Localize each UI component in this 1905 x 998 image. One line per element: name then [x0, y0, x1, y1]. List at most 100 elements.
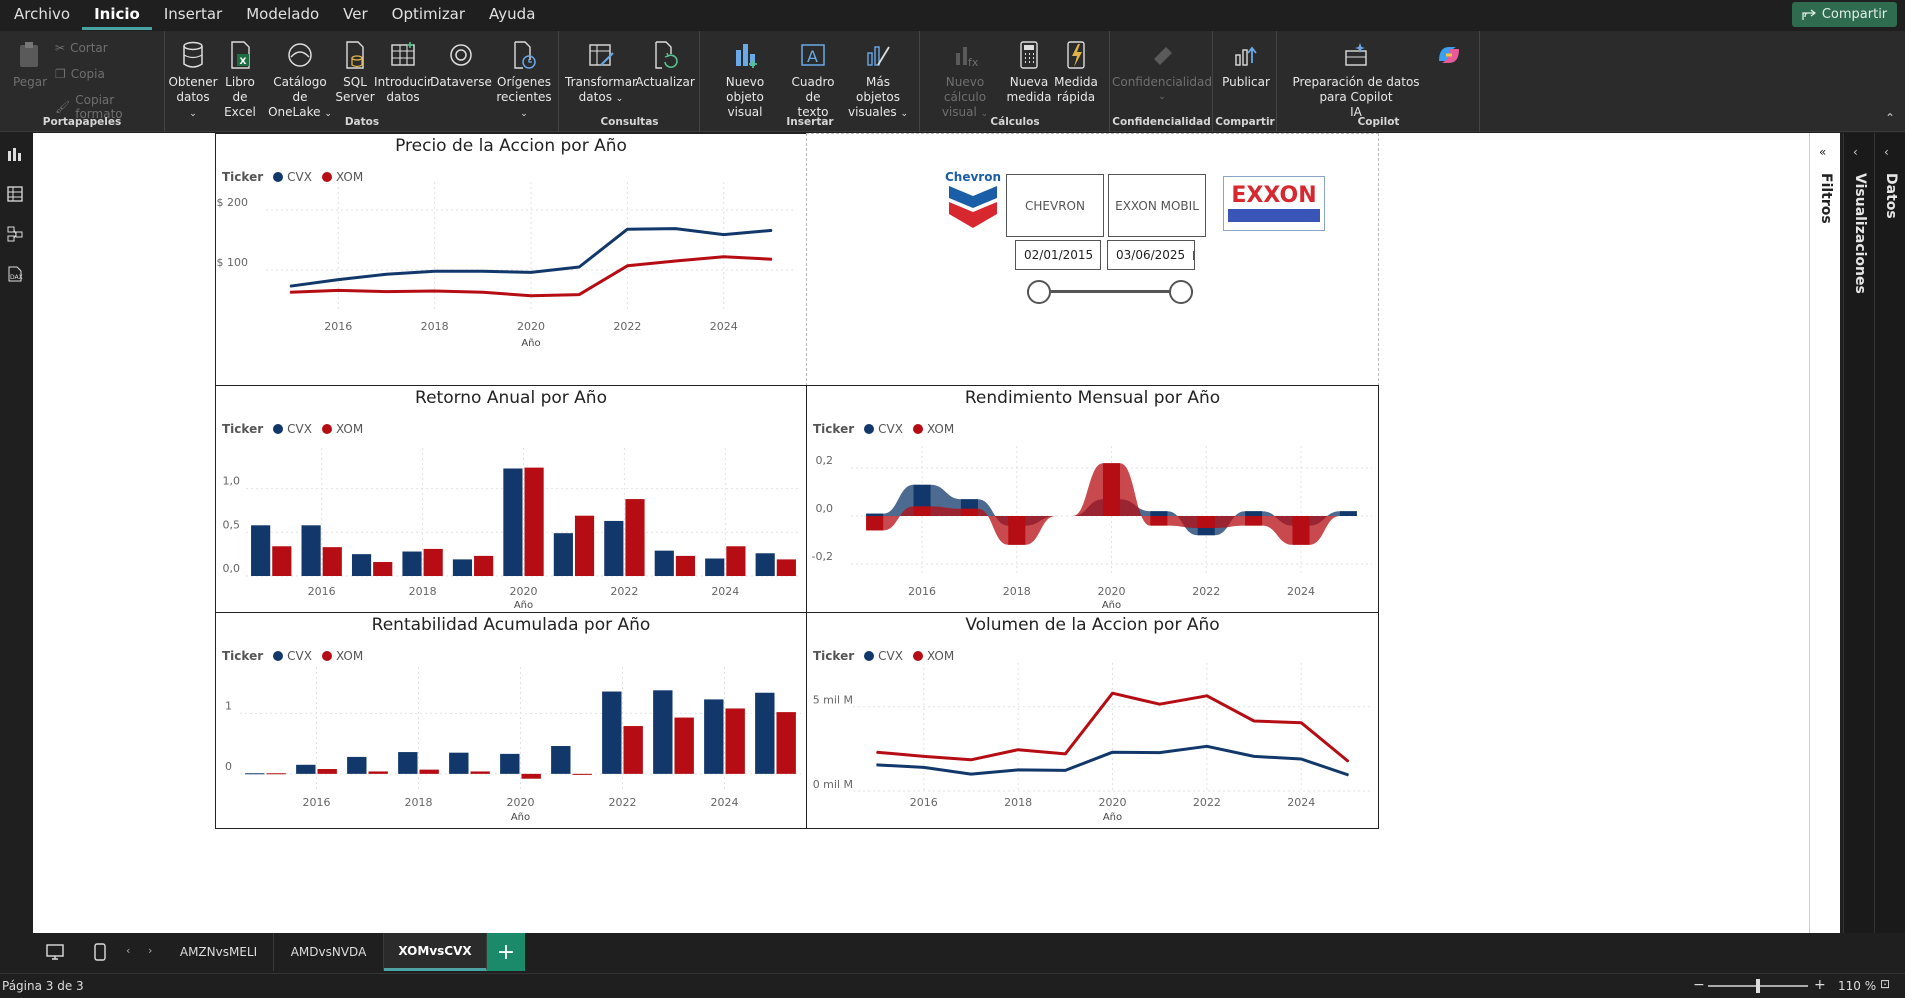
menu-modelado[interactable]: Modelado	[234, 0, 331, 30]
nuevo-calculo-visual-button[interactable]: fx Nuevo cálculo visual ⌄	[925, 39, 1005, 122]
cuadro-texto-button[interactable]: A Cuadro de texto	[785, 39, 841, 120]
sql-server-button[interactable]: SQL Server	[335, 39, 375, 105]
date-range-slider[interactable]	[1027, 280, 1193, 304]
obtener-datos-button[interactable]: Obtener datos ⌄	[168, 39, 218, 122]
preparacion-datos-copilot-button[interactable]: Preparación de datos para Copilot IA	[1286, 39, 1426, 120]
menu-insertar[interactable]: Insertar	[152, 0, 234, 30]
menu-ver[interactable]: Ver	[331, 0, 380, 30]
add-page-button[interactable]: +	[487, 933, 525, 971]
share-button[interactable]: Compartir	[1792, 2, 1897, 27]
introducir-datos-button[interactable]: Introducir datos	[374, 39, 432, 105]
menu-archivo[interactable]: Archivo	[0, 0, 82, 30]
bar-cvx	[503, 468, 523, 576]
transformar-datos-button[interactable]: Transformar datos ⌄	[565, 39, 637, 107]
bar-cvx	[398, 752, 418, 774]
filters-pane-collapsed[interactable]: « Filtros	[1809, 133, 1840, 933]
onelake-button[interactable]: Catálogo de OneLake ⌄	[267, 39, 333, 122]
menu-optimizar[interactable]: Optimizar	[380, 0, 477, 30]
x-tick-label: 2018	[1003, 585, 1031, 598]
nuevo-objeto-visual-button[interactable]: Nuevo objeto visual	[707, 39, 783, 120]
y-tick-label: -0,2	[812, 550, 833, 563]
x-tick-label: 2016	[303, 796, 331, 809]
cortar-button[interactable]: ✂ Cortar	[55, 41, 108, 55]
bar-cvx	[296, 764, 316, 774]
mobile-layout-icon[interactable]	[94, 943, 106, 965]
actualizar-button[interactable]: Actualizar	[635, 39, 695, 90]
chevron-left-icon[interactable]: ‹	[1853, 145, 1858, 159]
data-point-cvx	[1300, 758, 1302, 760]
tab-scroll-right-icon[interactable]: ›	[148, 944, 152, 957]
pegar-button[interactable]: Pegar	[10, 39, 50, 90]
bar-cvx	[402, 551, 422, 576]
visualizations-pane-collapsed[interactable]: ‹ Visualizaciones	[1843, 133, 1874, 933]
slider-handle-end[interactable]	[1169, 280, 1193, 304]
fit-to-page-icon[interactable]: ⊡	[1880, 977, 1890, 991]
cumulative-return-visual[interactable]: Rentabilidad Acumulada por Año Ticker CV…	[215, 612, 807, 829]
copia-button[interactable]: ❐ Copia	[55, 67, 105, 81]
slider-handle-start[interactable]	[1027, 280, 1051, 304]
bar-cvx	[452, 559, 473, 576]
calendar-icon[interactable]	[1193, 250, 1194, 260]
date-to-input[interactable]: 03/06/2025	[1107, 240, 1195, 270]
tab-amdvsnvda[interactable]: AMDvsNVDA	[274, 933, 384, 971]
zoom-out-button[interactable]: −	[1693, 977, 1705, 993]
chevron-left-icon[interactable]: «	[1819, 145, 1826, 159]
bar-cvx	[347, 756, 367, 774]
tab-amznvsmeli[interactable]: AMZNvsMELI	[164, 933, 274, 971]
date-from-input[interactable]: 02/01/2015	[1015, 240, 1101, 270]
bar-xom	[725, 708, 745, 774]
consultas-group-label: Consultas	[600, 116, 659, 128]
collapse-ribbon-icon[interactable]: ⌃	[1885, 111, 1895, 125]
x-axis-title: Año	[514, 600, 533, 611]
y-tick-label: $ 100	[217, 256, 249, 269]
chevron-left-icon[interactable]: ‹	[1884, 145, 1889, 159]
nueva-medida-button[interactable]: Nueva medida	[1007, 39, 1052, 105]
tab-scroll-left-icon[interactable]: ‹	[126, 944, 130, 957]
bar-xom	[776, 559, 796, 576]
exxon-mobil-button[interactable]: EXXON MOBIL	[1108, 174, 1206, 237]
excel-button[interactable]: X Libro de Excel	[218, 39, 262, 120]
scissors-icon: ✂	[55, 41, 66, 55]
data-point-cvx	[1112, 751, 1113, 753]
model-view-icon[interactable]	[6, 225, 26, 245]
bar-xom	[572, 773, 592, 775]
copilot-icon	[1434, 39, 1464, 71]
annual-return-visual[interactable]: Retorno Anual por Año Ticker CVX XOM 201…	[215, 385, 807, 613]
menu-inicio[interactable]: Inicio	[82, 0, 152, 30]
medida-rapida-button[interactable]: Medida rápida	[1053, 39, 1099, 105]
paste-icon	[15, 39, 45, 71]
onelake-icon	[285, 39, 315, 71]
actualizar-label: Actualizar	[635, 75, 695, 89]
table-view-icon[interactable]	[6, 185, 26, 205]
monthly-yield-visual[interactable]: Rendimiento Mensual por Año Ticker CVX X…	[806, 385, 1379, 613]
dataverse-button[interactable]: Dataverse	[430, 39, 492, 90]
price-chart-visual[interactable]: Precio de la Accion por Año Ticker CVX X…	[215, 133, 807, 386]
x-tick-label: 2020	[1098, 585, 1126, 598]
dax-query-view-icon[interactable]: DAX	[6, 265, 26, 285]
desktop-layout-icon[interactable]	[46, 943, 64, 965]
report-view-icon[interactable]	[6, 145, 26, 165]
copilot-button[interactable]	[1424, 39, 1474, 75]
data-point-xom	[578, 294, 580, 296]
zoom-slider-thumb[interactable]	[1756, 979, 1760, 993]
volume-visual[interactable]: Volumen de la Accion por Año Ticker CVX …	[806, 612, 1379, 829]
data-point-xom	[1300, 722, 1302, 724]
menu-ayuda[interactable]: Ayuda	[477, 0, 547, 30]
x-axis-title: Año	[1102, 600, 1121, 611]
mas-objetos-visuales-button[interactable]: Más objetos visuales ⌄	[843, 39, 913, 122]
publicar-button[interactable]: Publicar	[1218, 39, 1274, 90]
chevron-button[interactable]: CHEVRON	[1006, 174, 1104, 237]
zoom-in-button[interactable]: +	[1814, 977, 1826, 993]
group-copilot: Preparación de datos para Copilot IA Cop…	[1278, 31, 1480, 132]
origenes-label-1: Orígenes	[497, 75, 551, 89]
confidencialidad-button[interactable]: Confidencialidad ⌄	[1112, 39, 1212, 105]
page-indicator: Página 3 de 3	[2, 979, 84, 993]
data-point-xom	[723, 256, 725, 258]
tab-xomvscvx[interactable]: XOMvsCVX	[384, 933, 487, 971]
origenes-recientes-button[interactable]: Orígenes recientes ⌄	[492, 39, 556, 122]
x-tick-label: 2018	[421, 320, 449, 333]
volume-plot: 2016 2018 2020 2022 2024 0 mil M 5 mil M Año	[813, 663, 1372, 823]
data-pane-collapsed[interactable]: ‹ Datos	[1874, 133, 1905, 933]
zoom-slider[interactable]	[1708, 979, 1808, 993]
bar-xom	[675, 555, 696, 576]
